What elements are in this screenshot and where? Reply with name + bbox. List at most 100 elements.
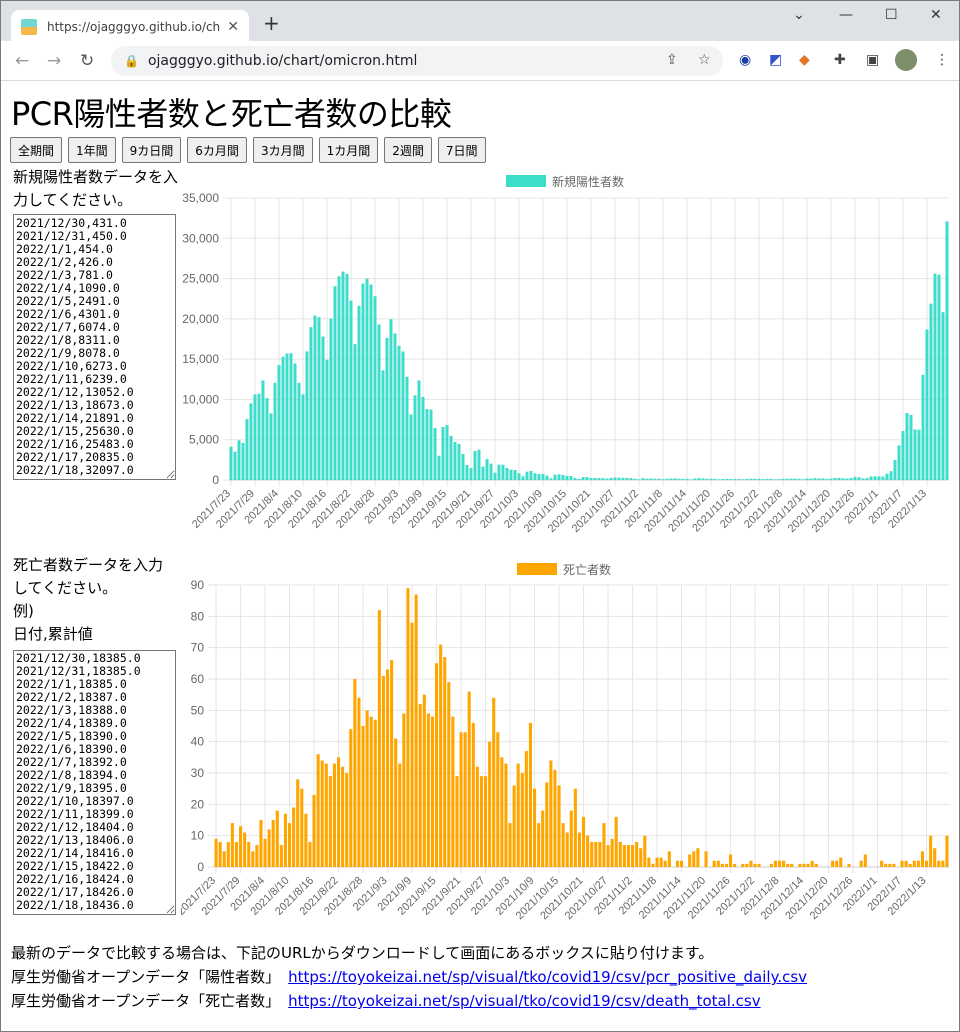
y-tick-label: 10,000	[182, 392, 219, 406]
forward-icon[interactable]: →	[47, 51, 61, 71]
range-button-9m[interactable]: 9カ日間	[121, 137, 182, 163]
y-tick-label: 90	[191, 578, 205, 592]
bar	[741, 863, 745, 867]
bar	[398, 763, 402, 867]
bar	[484, 776, 488, 867]
range-button-7d[interactable]: 7日間	[437, 137, 486, 163]
bar	[626, 845, 630, 867]
range-button-all[interactable]: 全期間	[10, 137, 63, 163]
bar	[533, 788, 537, 867]
bar	[833, 477, 837, 480]
bar	[929, 835, 933, 867]
bar	[905, 413, 909, 480]
bar	[414, 594, 418, 867]
bar	[839, 857, 843, 867]
metamask-icon[interactable]: ◆	[799, 52, 810, 68]
bar	[265, 398, 269, 480]
reload-icon[interactable]: ↻	[80, 51, 94, 71]
bar	[541, 810, 545, 867]
range-button-1y[interactable]: 1年間	[68, 137, 116, 163]
bar	[916, 860, 920, 867]
bar	[417, 380, 421, 480]
bar	[341, 271, 345, 480]
bar	[892, 863, 896, 867]
bar	[941, 312, 945, 480]
bar	[720, 863, 724, 867]
bar	[249, 403, 253, 480]
y-tick-label: 0	[212, 473, 219, 487]
avatar[interactable]	[895, 49, 917, 71]
bar	[421, 397, 425, 480]
bar	[369, 716, 373, 867]
bookmark-star-icon[interactable]: ☆	[698, 52, 711, 68]
bar	[561, 475, 565, 480]
bar	[716, 860, 720, 867]
bar	[255, 845, 259, 867]
death-data-input[interactable]	[13, 650, 176, 915]
bar	[481, 466, 485, 480]
bar	[925, 860, 929, 867]
sidepanel-icon[interactable]: ▣	[866, 52, 879, 68]
bar	[757, 478, 761, 480]
positive-data-input[interactable]	[13, 214, 176, 480]
bar	[309, 327, 313, 480]
bar	[455, 776, 459, 867]
back-icon[interactable]: ←	[15, 51, 29, 71]
minimize-icon[interactable]: —	[839, 7, 853, 23]
source2-label: 厚生労働省オープンデータ「死亡者数」	[11, 992, 281, 1010]
bar	[425, 409, 429, 480]
positive-input-label: 新規陽性者数データを入力してください。	[13, 168, 179, 209]
bar	[449, 436, 453, 480]
menu-icon[interactable]: ⋮	[935, 52, 949, 68]
browser-tab[interactable]: https://ojagggyo.github.io/chart/ ✕	[11, 10, 249, 43]
bar	[565, 475, 569, 480]
bar	[677, 478, 681, 480]
bar	[639, 848, 643, 867]
legend-swatch	[506, 175, 546, 187]
bar	[622, 845, 626, 867]
bar	[435, 663, 439, 867]
chevron-down-icon[interactable]: ⌄	[793, 7, 805, 23]
bar	[437, 455, 441, 480]
bar	[925, 329, 929, 480]
bar	[802, 863, 806, 867]
extension-icon[interactable]: ◩	[769, 52, 782, 68]
extension-icon[interactable]: ◉	[739, 52, 751, 68]
bar	[279, 845, 283, 867]
address-bar[interactable]: 🔒 ojagggyo.github.io/chart/omicron.html …	[111, 46, 723, 76]
bar	[729, 478, 733, 480]
bar	[598, 841, 602, 867]
bar	[393, 333, 397, 480]
bar	[349, 300, 353, 480]
maximize-icon[interactable]: ☐	[885, 7, 898, 23]
bar	[289, 353, 293, 480]
range-button-3m[interactable]: 3カ月間	[252, 137, 313, 163]
bar	[697, 478, 701, 480]
bar	[553, 474, 557, 480]
bar	[749, 478, 753, 480]
bar	[785, 478, 789, 480]
range-button-6m[interactable]: 6カ月間	[187, 137, 247, 163]
bar	[610, 838, 614, 867]
source1-link[interactable]: https://toyokeizai.net/sp/visual/tko/cov…	[288, 968, 807, 986]
puzzle-icon[interactable]: ✚	[834, 52, 846, 68]
close-tab-icon[interactable]: ✕	[227, 19, 239, 35]
bar	[745, 863, 749, 867]
tab-title: https://ojagggyo.github.io/chart/	[47, 19, 221, 34]
range-button-2w[interactable]: 2週間	[384, 137, 432, 163]
bar	[277, 365, 281, 480]
close-window-icon[interactable]: ✕	[930, 7, 942, 23]
bar	[737, 479, 741, 480]
new-tab-icon[interactable]: +	[263, 11, 280, 35]
bar	[453, 441, 457, 480]
bar	[237, 440, 241, 480]
share-icon[interactable]: ⇪	[666, 52, 678, 68]
bar	[725, 478, 729, 480]
source2-link[interactable]: https://toyokeizai.net/sp/visual/tko/cov…	[288, 992, 761, 1010]
range-button-1m[interactable]: 1カ月間	[318, 137, 379, 163]
death-label-line1: 死亡者数データを入力してください。	[13, 556, 164, 597]
bar	[618, 841, 622, 867]
bar	[696, 848, 700, 867]
bar	[631, 845, 635, 867]
bar	[829, 478, 833, 480]
